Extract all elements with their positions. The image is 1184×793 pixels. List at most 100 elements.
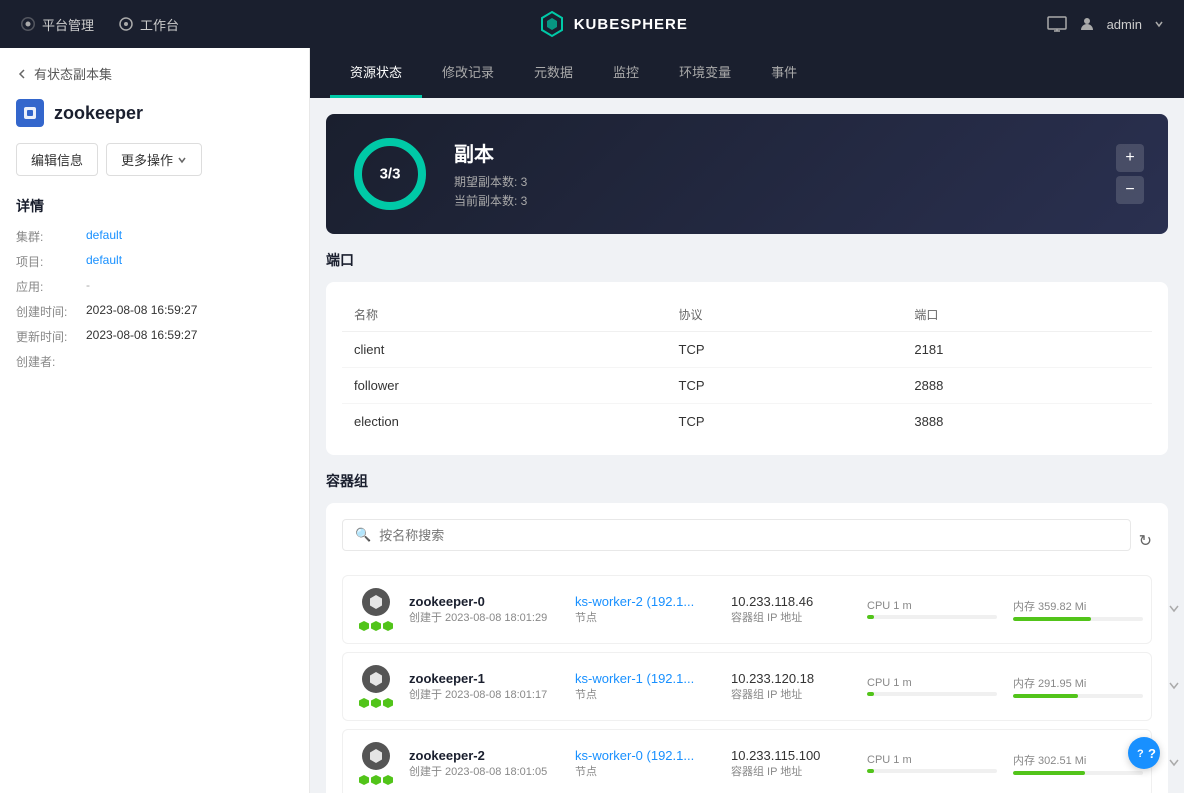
- pod-mem-label: 内存 291.95 Mi: [1013, 675, 1143, 691]
- replica-info: 副本 期望副本数: 3 当前副本数: 3: [454, 138, 527, 211]
- pod-mem-label: 内存 302.51 Mi: [1013, 752, 1143, 768]
- content-inner: 3/3 副本 期望副本数: 3 当前副本数: 3 + − 端口: [310, 98, 1184, 793]
- pod-ip-label: 容器组 IP 地址: [731, 609, 851, 625]
- pods-list: zookeeper-0 创建于 2023-08-08 18:01:29 ks-w…: [342, 575, 1152, 793]
- container-group-card: 🔍 ↻: [326, 503, 1168, 793]
- details-section-title: 详情: [16, 196, 293, 216]
- donut-text: 3/3: [380, 166, 401, 183]
- tab-事件[interactable]: 事件: [751, 48, 817, 98]
- pod-cpu-group: CPU 1 m: [867, 754, 997, 773]
- pod-ip: 10.233.120.18: [731, 671, 851, 686]
- pod-node-label: 节点: [575, 609, 715, 625]
- increase-replica-button[interactable]: +: [1116, 144, 1144, 172]
- tab-监控[interactable]: 监控: [593, 48, 659, 98]
- hexagon-icon: [368, 594, 384, 610]
- search-input[interactable]: [379, 528, 1117, 543]
- detail-row: 创建者:: [16, 353, 293, 370]
- pod-expand-button[interactable]: [1167, 755, 1181, 772]
- sidebar-title: zookeeper: [16, 99, 293, 127]
- pod-icon-group: [359, 665, 393, 708]
- cpu-progress-fill: [867, 769, 874, 773]
- desired-replicas: 期望副本数: 3: [454, 173, 527, 190]
- pod-node[interactable]: ks-worker-2 (192.1...: [575, 594, 715, 609]
- chevron-down-icon: [177, 155, 187, 165]
- help-button[interactable]: ? ?: [1128, 737, 1160, 769]
- back-nav[interactable]: 有状态副本集: [16, 64, 293, 83]
- svg-text:?: ?: [1137, 748, 1144, 760]
- list-item: zookeeper-0 创建于 2023-08-08 18:01:29 ks-w…: [342, 575, 1152, 644]
- detail-row: 更新时间:2023-08-08 16:59:27: [16, 328, 293, 345]
- sidebar: 有状态副本集 zookeeper 编辑信息 更多操作 详情: [0, 48, 310, 793]
- tab-元数据[interactable]: 元数据: [514, 48, 593, 98]
- port-name: election: [342, 404, 667, 440]
- pod-expand-button[interactable]: [1167, 678, 1181, 695]
- hex-2: [371, 775, 381, 785]
- pod-ip-label: 容器组 IP 地址: [731, 763, 851, 779]
- decrease-replica-button[interactable]: −: [1116, 176, 1144, 204]
- detail-label: 创建时间:: [16, 303, 86, 320]
- pod-node-group: ks-worker-0 (192.1... 节点: [575, 748, 715, 779]
- gear-icon: [20, 16, 36, 32]
- tab-修改记录[interactable]: 修改记录: [422, 48, 514, 98]
- search-icon: 🔍: [355, 527, 371, 543]
- pod-mem-group: 内存 302.51 Mi: [1013, 752, 1143, 775]
- pod-expand-button[interactable]: [1167, 601, 1181, 618]
- pod-name: zookeeper-1: [409, 671, 559, 686]
- pod-cpu-label: CPU 1 m: [867, 754, 997, 766]
- tab-环境变量[interactable]: 环境变量: [659, 48, 751, 98]
- hex-1: [359, 775, 369, 785]
- edit-info-button[interactable]: 编辑信息: [16, 143, 98, 176]
- pod-node[interactable]: ks-worker-0 (192.1...: [575, 748, 715, 763]
- pod-name: zookeeper-0: [409, 594, 559, 609]
- ports-section-title: 端口: [326, 250, 1168, 270]
- platform-management-link[interactable]: 平台管理: [20, 15, 94, 34]
- pod-cpu-group: CPU 1 m: [867, 677, 997, 696]
- kubesphere-logo-icon: [538, 10, 566, 38]
- list-item: zookeeper-2 创建于 2023-08-08 18:01:05 ks-w…: [342, 729, 1152, 793]
- search-bar[interactable]: 🔍: [342, 519, 1131, 551]
- detail-row: 项目:default: [16, 253, 293, 270]
- pod-mem-group: 内存 359.82 Mi: [1013, 598, 1143, 621]
- hexagon-icon: [368, 748, 384, 764]
- detail-row: 集群:default: [16, 228, 293, 245]
- pod-ip-group: 10.233.118.46 容器组 IP 地址: [731, 594, 851, 625]
- port-port: 2888: [902, 368, 1152, 404]
- chevron-left-icon: [16, 68, 28, 80]
- pod-node[interactable]: ks-worker-1 (192.1...: [575, 671, 715, 686]
- tab-资源状态[interactable]: 资源状态: [330, 48, 422, 98]
- detail-label: 集群:: [16, 228, 86, 245]
- detail-value[interactable]: default: [86, 253, 122, 270]
- main-layout: 有状态副本集 zookeeper 编辑信息 更多操作 详情: [0, 48, 1184, 793]
- detail-value: 2023-08-08 16:59:27: [86, 328, 197, 345]
- port-protocol: TCP: [667, 368, 903, 404]
- refresh-button[interactable]: ↻: [1139, 531, 1152, 551]
- chevron-down-icon: [1167, 678, 1181, 692]
- mem-progress-bar: [1013, 771, 1143, 775]
- pod-name-group: zookeeper-1 创建于 2023-08-08 18:01:17: [409, 671, 559, 702]
- list-item: zookeeper-1 创建于 2023-08-08 18:01:17 ks-w…: [342, 652, 1152, 721]
- mem-progress-fill: [1013, 771, 1085, 775]
- workbench-link[interactable]: 工作台: [118, 15, 179, 34]
- port-protocol: TCP: [667, 404, 903, 440]
- more-actions-button[interactable]: 更多操作: [106, 143, 202, 176]
- port-name: client: [342, 332, 667, 368]
- detail-row: 创建时间:2023-08-08 16:59:27: [16, 303, 293, 320]
- hex-2: [371, 621, 381, 631]
- chevron-down-icon: [1167, 755, 1181, 769]
- navbar-logo: KUBESPHERE: [538, 10, 688, 38]
- detail-value[interactable]: default: [86, 228, 122, 245]
- mem-progress-fill: [1013, 694, 1078, 698]
- workbench-icon: [118, 16, 134, 32]
- replica-card: 3/3 副本 期望副本数: 3 当前副本数: 3 + −: [326, 114, 1168, 234]
- navbar-right: admin: [1047, 16, 1164, 32]
- pod-ip-label: 容器组 IP 地址: [731, 686, 851, 702]
- ports-card: 名称 协议 端口 clientTCP2181followerTCP2888ele…: [326, 282, 1168, 455]
- hexagon-group: [359, 621, 393, 631]
- content-area: 资源状态修改记录元数据监控环境变量事件 3/3 副本 期望副本数: 3: [310, 48, 1184, 793]
- detail-label: 项目:: [16, 253, 86, 270]
- cpu-progress-bar: [867, 692, 997, 696]
- col-name: 名称: [342, 298, 667, 332]
- pod-cpu-group: CPU 1 m: [867, 600, 997, 619]
- pod-node-group: ks-worker-1 (192.1... 节点: [575, 671, 715, 702]
- table-row: clientTCP2181: [342, 332, 1152, 368]
